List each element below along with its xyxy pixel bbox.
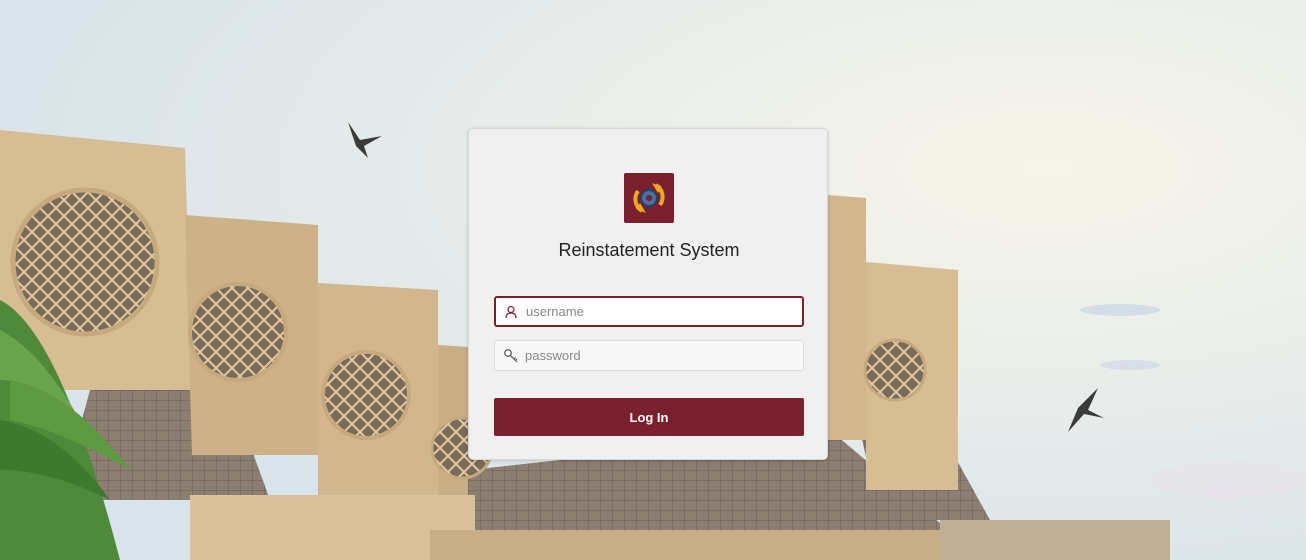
user-icon (503, 304, 519, 320)
gear-sync-icon (624, 173, 674, 223)
username-field[interactable] (494, 296, 804, 327)
username-input[interactable] (526, 298, 796, 325)
login-card: Reinstatement System Log In (468, 128, 828, 460)
password-input[interactable] (525, 341, 795, 370)
password-field[interactable] (494, 340, 804, 371)
key-icon (503, 348, 519, 364)
login-button[interactable]: Log In (494, 398, 804, 436)
app-title: Reinstatement System (558, 240, 740, 260)
